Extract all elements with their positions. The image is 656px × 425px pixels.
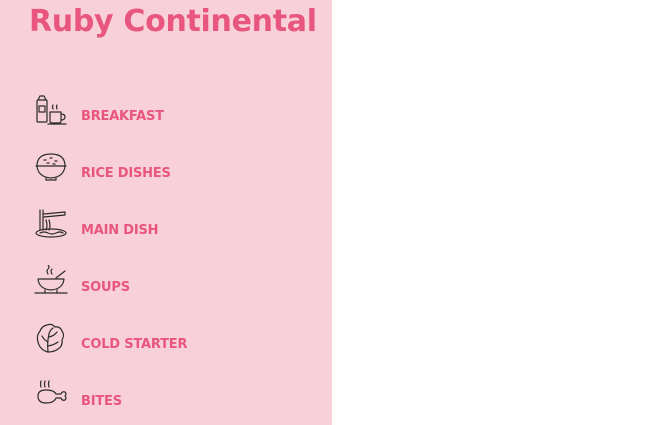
menu-item-main-dish[interactable]: MAIN DISH: [34, 208, 304, 248]
soup-bowl-icon: [34, 265, 68, 297]
menu-item-bites[interactable]: BITES: [34, 379, 304, 419]
menu-item-label: MAIN DISH: [81, 223, 159, 238]
lettuce-icon: [34, 322, 68, 354]
chicken-leg-icon: [34, 379, 68, 411]
menu-item-soups[interactable]: SOUPS: [34, 265, 304, 305]
menu-item-rice-dishes[interactable]: RICE DISHES: [34, 151, 304, 191]
breakfast-icon: [34, 94, 68, 126]
menu-item-label: BITES: [81, 394, 122, 409]
noodles-icon: [34, 208, 68, 240]
sidebar: Ruby Continental BREAKFAST RICE DISHES M…: [0, 0, 332, 425]
menu-item-label: COLD STARTER: [81, 337, 188, 352]
menu-item-label: RICE DISHES: [81, 166, 171, 181]
menu-item-label: BREAKFAST: [81, 109, 164, 124]
menu-item-label: SOUPS: [81, 280, 130, 295]
rice-bowl-icon: [34, 151, 68, 183]
menu-item-breakfast[interactable]: BREAKFAST: [34, 94, 304, 134]
brand-title: Ruby Continental: [29, 4, 317, 39]
menu-item-cold-starter[interactable]: COLD STARTER: [34, 322, 304, 362]
